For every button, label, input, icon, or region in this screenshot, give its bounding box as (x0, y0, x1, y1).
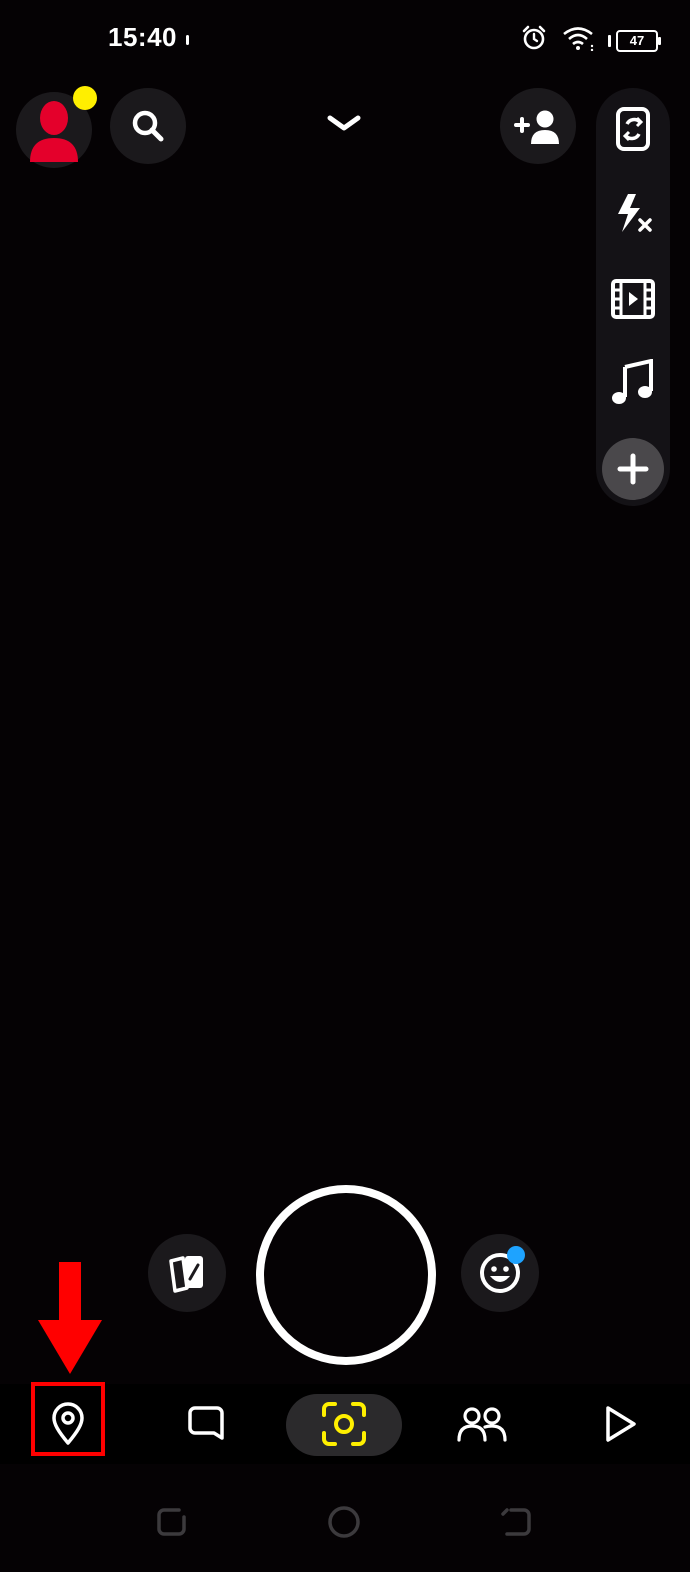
nav-spotlight[interactable] (584, 1388, 656, 1460)
search-icon (132, 110, 164, 142)
lens-notification-badge (507, 1246, 525, 1264)
add-friend-button[interactable] (500, 88, 576, 164)
home-icon (328, 1506, 360, 1538)
shutter-button[interactable] (256, 1185, 436, 1365)
recents-icon (157, 1508, 186, 1536)
expand-button[interactable] (322, 108, 366, 138)
map-highlight-box (31, 1382, 105, 1456)
battery-indicator: 47 (608, 29, 661, 52)
status-icons: 47 (520, 24, 661, 57)
more-tools-button[interactable] (602, 438, 664, 500)
alarm-icon (520, 24, 548, 57)
status-time: 15:40 (108, 22, 177, 52)
lens-button[interactable] (461, 1234, 539, 1312)
nav-chat[interactable] (170, 1388, 242, 1460)
friends-icon (457, 1407, 507, 1442)
memories-icon (169, 1256, 203, 1293)
camera-icon (322, 1402, 366, 1446)
memories-button[interactable] (148, 1234, 226, 1312)
profile-avatar-icon (30, 101, 78, 162)
battery-level: 47 (616, 29, 661, 52)
music-note-icon (612, 359, 653, 404)
status-indicator-dot (186, 35, 189, 45)
plus-icon (617, 453, 649, 485)
chevron-down-icon (327, 115, 361, 131)
flip-camera-icon (616, 107, 650, 151)
system-recents-button[interactable] (152, 1502, 192, 1542)
play-icon (606, 1406, 636, 1442)
back-icon (501, 1508, 531, 1536)
highlight-arrow-icon (38, 1262, 102, 1376)
system-home-button[interactable] (324, 1502, 364, 1542)
notification-badge (73, 86, 97, 110)
chat-icon (188, 1406, 224, 1440)
music-button[interactable] (604, 354, 662, 412)
nav-camera[interactable] (308, 1388, 380, 1460)
search-button[interactable] (110, 88, 186, 164)
video-timeline-icon (611, 279, 655, 319)
flash-button[interactable] (604, 184, 662, 242)
wifi-icon (562, 25, 594, 56)
video-button[interactable] (604, 270, 662, 328)
system-back-button[interactable] (496, 1502, 536, 1542)
add-friend-icon (514, 110, 559, 144)
flash-off-icon (618, 194, 652, 232)
flip-camera-button[interactable] (604, 100, 662, 158)
nav-friends[interactable] (446, 1388, 518, 1460)
